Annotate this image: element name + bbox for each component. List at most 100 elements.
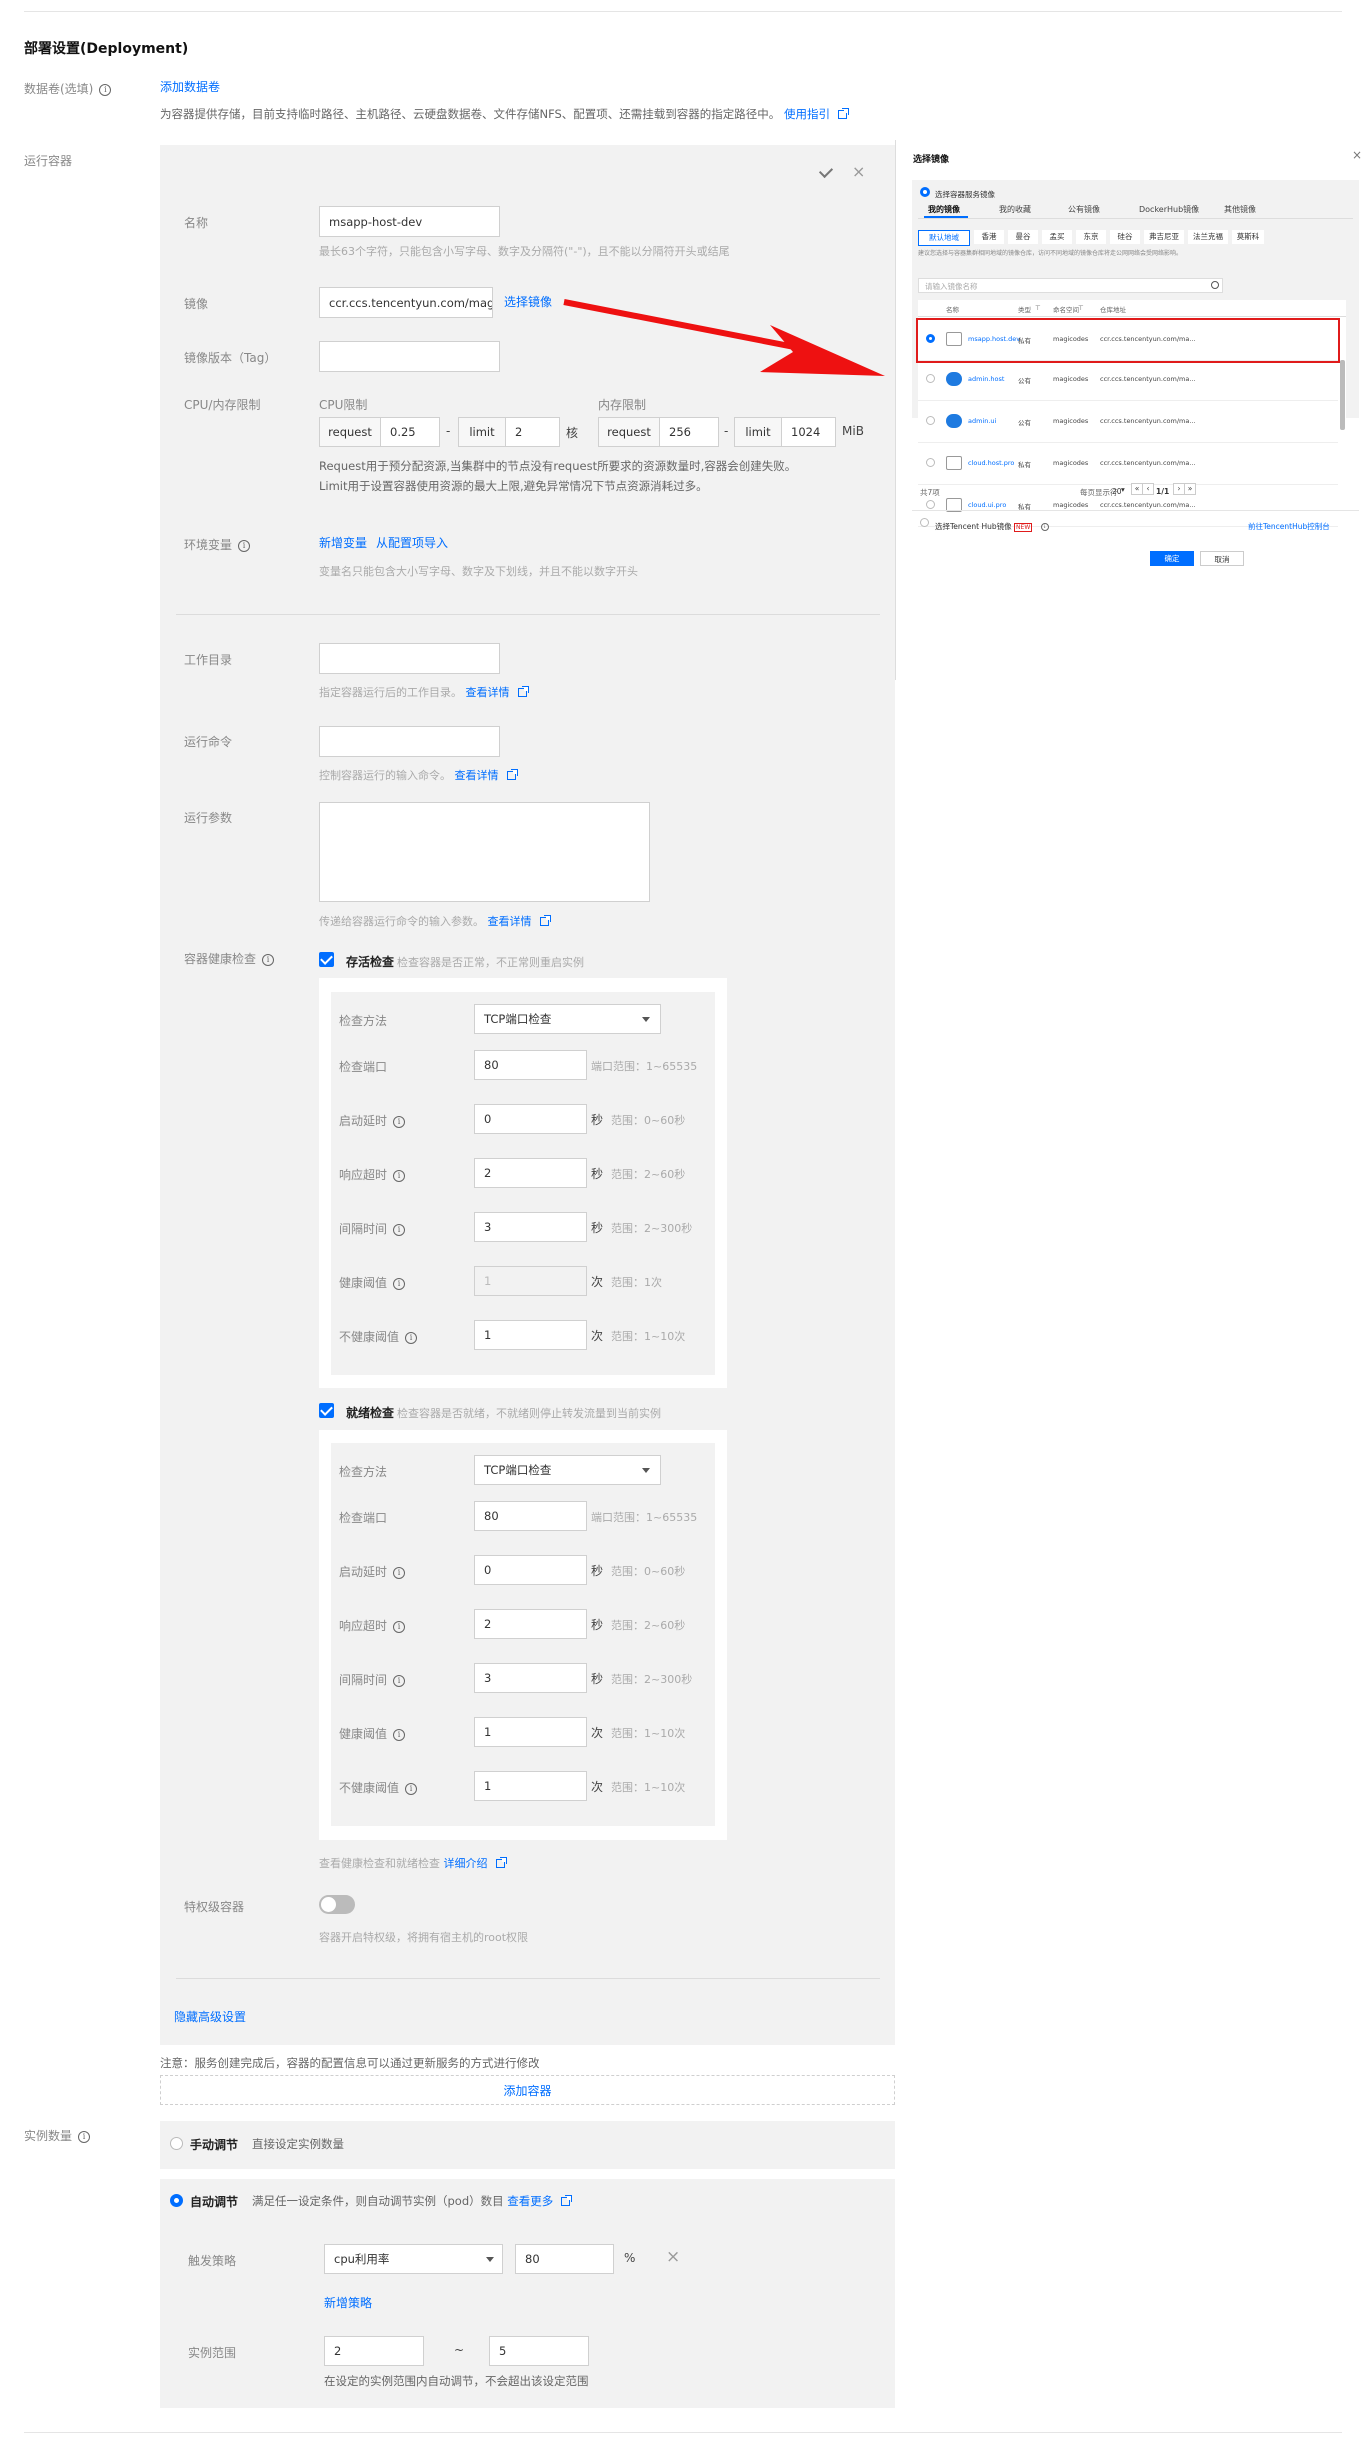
add-container-button[interactable]: 添加容器 [160,2075,895,2105]
mem-limit-input[interactable]: 1024 [781,417,836,447]
hide-advanced-link[interactable]: 隐藏高级设置 [174,2008,246,2025]
region-moscow[interactable]: 莫斯科 [1232,230,1264,244]
auto-more-link[interactable]: 查看更多 [507,2194,553,2208]
remove-policy-icon[interactable]: × [666,2247,680,2267]
tencent-hub-option: 选择Tencent Hub镜像 NEW i [935,521,1049,532]
trigger-metric-select[interactable]: cpu利用率 [324,2244,503,2274]
liveness-port-hint: 端口范围：1~65535 [591,1060,698,1073]
table-row[interactable]: admin.host 公有 magicodes ccr.ccs.tencentyun.… [918,360,1338,401]
probe-doc-link[interactable]: 详细介绍 [444,1857,488,1870]
tab-other[interactable]: 其他镜像 [1224,204,1256,215]
cmd-detail-link[interactable]: 查看详情 [455,769,499,782]
args-textarea[interactable] [319,802,650,902]
liveness-method-select[interactable]: TCP端口检查 [474,1004,661,1034]
prev-page-button[interactable]: ‹ [1142,483,1154,495]
dialog-cancel-button[interactable]: 取消 [1200,551,1244,566]
mem-limit-title: 内存限制 [598,398,647,412]
row-radio[interactable] [926,416,935,425]
dialog-ok-button[interactable]: 确定 [1150,551,1194,566]
region-mumbai[interactable]: 孟买 [1042,230,1072,244]
tab-dockerhub[interactable]: DockerHub镜像 [1139,204,1199,215]
row-name[interactable]: cloud.ui.pro [968,501,1006,509]
readiness-failure-input[interactable]: 1 [474,1771,587,1801]
readiness-period-input[interactable]: 3 [474,1663,587,1693]
name-input[interactable]: msapp-host-dev [319,206,500,237]
region-virginia[interactable]: 弗吉尼亚 [1144,230,1184,244]
args-detail-link[interactable]: 查看详情 [488,915,532,928]
usage-guide-link[interactable]: 使用指引 [784,107,830,121]
container-note: 注意：服务创建完成后，容器的配置信息可以通过更新服务的方式进行修改 [160,2056,540,2070]
readiness-method-select[interactable]: TCP端口检查 [474,1455,661,1485]
row-radio[interactable] [926,500,935,509]
cpu-request-input[interactable]: 0.25 [380,417,440,447]
workdir-input[interactable] [319,643,500,674]
auto-radio[interactable] [170,2194,183,2207]
readiness-delay-input[interactable]: 0 [474,1555,587,1585]
chevron-down-icon [486,2257,494,2262]
privileged-toggle[interactable] [319,1895,355,1914]
image-input[interactable]: ccr.ccs.tencentyun.com/magi [319,287,493,318]
import-env-link[interactable]: 从配置项导入 [376,534,448,551]
last-page-button[interactable]: » [1184,483,1196,495]
readiness-success-input[interactable]: 1 [474,1717,587,1747]
table-row[interactable]: msapp.host.dev 私有 magicodes ccr.ccs.tencent… [916,318,1340,363]
add-env-link[interactable]: 新增变量 [319,534,367,551]
section-title: 部署设置(Deployment) [24,41,189,57]
region-bangkok[interactable]: 曼谷 [1008,230,1038,244]
dialog-close-icon[interactable]: × [1352,148,1362,162]
info-icon: i [393,1170,406,1182]
search-icon[interactable] [1211,281,1219,289]
mem-request-input[interactable]: 256 [659,417,719,447]
source-radio[interactable] [920,187,930,197]
table-row[interactable]: admin.ui 公有 magicodes ccr.ccs.tencentyun.co… [918,402,1338,443]
row-name[interactable]: admin.ui [968,417,996,425]
cmd-input[interactable] [319,726,500,757]
tab-public[interactable]: 公有镜像 [1068,204,1100,215]
tag-input[interactable] [319,341,500,372]
select-image-link[interactable]: 选择镜像 [504,293,552,310]
liveness-checkbox[interactable] [319,952,334,967]
liveness-period-input[interactable]: 3 [474,1212,587,1242]
trigger-value-input[interactable]: 80 [515,2244,614,2274]
row-radio[interactable] [926,374,935,383]
row-radio[interactable] [926,458,935,467]
range-min-input[interactable]: 2 [324,2336,424,2366]
tab-my-images[interactable]: 我的镜像 [928,204,960,215]
readiness-delay-label: 启动延时 i [339,1563,406,1580]
liveness-failure-input[interactable]: 1 [474,1320,587,1350]
percent-unit: % [624,2251,636,2265]
region-frankfurt[interactable]: 法兰克福 [1188,230,1228,244]
tencent-hub-console-link[interactable]: 前往TencentHub控制台 [1248,521,1330,532]
region-default[interactable]: 默认地域 [918,230,970,246]
new-badge: NEW [1014,523,1033,532]
range-max-input[interactable]: 5 [489,2336,589,2366]
tab-favorites[interactable]: 我的收藏 [999,204,1031,215]
liveness-port-input[interactable]: 80 [474,1050,587,1080]
readiness-timeout-input[interactable]: 2 [474,1609,587,1639]
row-name[interactable]: cloud.host.pro [968,459,1014,467]
table-row[interactable]: cloud.host.pro 私有 magicodes ccr.ccs.tencent… [918,444,1338,485]
row-name[interactable]: admin.host [968,375,1004,383]
table-scrollbar[interactable] [1340,360,1345,430]
row-address: ccr.ccs.tencentyun.com/ma... [1100,375,1196,383]
info-icon: i [393,1116,406,1128]
liveness-delay-input[interactable]: 0 [474,1104,587,1134]
cpu-limit-input[interactable]: 2 [505,417,560,447]
region-silicon-valley[interactable]: 硅谷 [1110,230,1140,244]
liveness-timeout-hint: 范围：2~60秒 [611,1168,686,1181]
workdir-detail-link[interactable]: 查看详情 [466,686,510,699]
tencent-hub-radio[interactable] [920,518,929,527]
liveness-timeout-input[interactable]: 2 [474,1158,587,1188]
readiness-port-input[interactable]: 80 [474,1501,587,1531]
add-policy-link[interactable]: 新增策略 [324,2294,372,2311]
readiness-checkbox[interactable] [319,1403,334,1418]
close-icon[interactable]: × [852,162,865,181]
image-search-input[interactable]: 请输入镜像名称 [918,278,1223,293]
add-volume-link[interactable]: 添加数据卷 [160,78,220,95]
row-radio[interactable] [926,334,935,343]
region-hongkong[interactable]: 香港 [974,230,1004,244]
row-name[interactable]: msapp.host.dev [968,335,1020,343]
manual-radio[interactable] [170,2137,183,2150]
cpu-mem-label: CPU/内存限制 [184,398,261,412]
region-tokyo[interactable]: 东京 [1076,230,1106,244]
